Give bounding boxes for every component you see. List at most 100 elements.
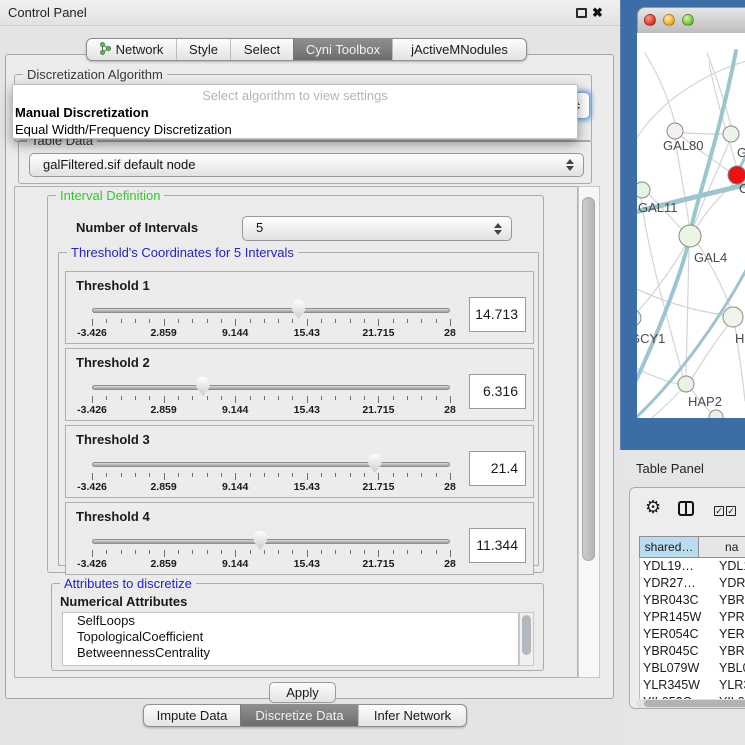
minor-tick [192,319,193,323]
table-row[interactable]: YLR345WYLR3 [640,677,745,694]
cell-name[interactable]: YLR3 [712,677,745,694]
table-row[interactable]: YBR043CYBR0 [640,592,745,609]
cell-shared-name[interactable]: YBR043C [640,592,712,609]
minor-tick [264,550,265,554]
table-row[interactable]: YBR045CYBR0 [640,643,745,660]
network-node-gal4[interactable] [679,225,701,247]
network-node-gcy1[interactable] [637,310,641,326]
cell-name[interactable]: YDR2 [712,575,745,592]
algorithm-hint-option[interactable]: Select algorithm to view settings [13,85,577,104]
slider-thumb[interactable] [367,454,382,473]
threshold-value-field[interactable]: 6.316 [469,374,526,409]
algorithm-option-manual-discretization[interactable]: Manual Discretization [13,104,577,121]
network-node-gal80[interactable] [667,123,683,139]
cell-shared-name[interactable]: YLR345W [640,677,712,694]
tab-cyni-toolbox[interactable]: Cyni Toolbox [293,39,392,60]
cell-name[interactable]: YPR1 [712,609,745,626]
slider-track[interactable] [92,308,450,313]
network-canvas[interactable]: GAL80GACGAL11GAL4GCY1HHAP2 [637,33,745,418]
slider-thumb[interactable] [253,531,268,550]
float-panel-icon[interactable] [576,8,587,18]
tab-infer-network[interactable]: Infer Network [358,705,466,726]
network-node-gal11[interactable] [637,182,650,198]
network-edge[interactable] [692,325,728,378]
table-row[interactable]: YBL079WYBL0 [640,660,745,677]
minor-tick [178,550,179,554]
major-tick [307,396,308,403]
cell-name[interactable]: YBR0 [712,592,745,609]
network-edge[interactable] [641,198,683,377]
table-horizontal-scrollbar[interactable] [636,699,745,708]
network-node-unlabeled[interactable] [709,410,723,418]
attribute-item-topologicalcoefficient[interactable]: TopologicalCoefficient [63,629,518,645]
table-row[interactable]: YDL19…YDL1 [640,558,745,575]
tab-discretize-data[interactable]: Discretize Data [240,705,358,726]
cell-shared-name[interactable]: YBL079W [640,660,712,677]
spinner-updown-icon [494,223,502,235]
tab-network[interactable]: Network [87,39,176,60]
cell-shared-name[interactable]: YDL19… [640,558,712,575]
cell-name[interactable]: YDL1 [712,558,745,575]
threshold-value-field[interactable]: 14.713 [469,297,526,332]
gear-icon[interactable]: ⚙ [645,496,661,518]
tick-label: 9.144 [207,481,263,493]
slider-track[interactable] [92,385,450,390]
interval-definition-title: Interval Definition [56,188,164,203]
slider-thumb[interactable] [195,377,210,396]
threshold-slider[interactable] [92,453,450,474]
network-node-ga[interactable] [723,126,739,142]
cell-shared-name[interactable]: YBR045C [640,643,712,660]
tab-select[interactable]: Select [230,39,293,60]
settings-vertical-scrollbar[interactable] [578,186,600,678]
columns-icon[interactable] [678,501,694,516]
network-edge[interactable] [645,53,675,123]
tab-style[interactable]: Style [176,39,230,60]
attribute-item-betweennesscentrality[interactable]: BetweennessCentrality [63,645,518,661]
minor-tick [436,473,437,477]
window-close-icon[interactable] [644,14,656,26]
threshold-value-field[interactable]: 11.344 [469,528,526,563]
network-edge[interactable] [637,285,724,315]
window-minimize-icon[interactable] [663,14,675,26]
tab-label: Style [189,42,218,57]
threshold-slider[interactable] [92,530,450,551]
minor-tick [350,550,351,554]
network-node-hap2[interactable] [678,376,694,392]
table-data-select[interactable]: galFiltered.sif default node [29,153,584,177]
minor-tick [264,473,265,477]
network-node-h[interactable] [723,307,743,327]
column-header-name[interactable]: na [699,536,745,558]
minor-tick [106,319,107,323]
close-icon[interactable]: ✖ [592,4,603,22]
threshold-slider[interactable] [92,299,450,320]
checkbox-icon[interactable]: ✓ [726,506,736,516]
tab-jactivemnodules[interactable]: jActiveMNodules [392,39,526,60]
cell-shared-name[interactable]: YPR145W [640,609,712,626]
major-tick [307,550,308,557]
cell-name[interactable]: YER0 [712,626,745,643]
minor-tick [421,396,422,400]
table-row[interactable]: YPR145WYPR1 [640,609,745,626]
table-row[interactable]: YDR27…YDR2 [640,575,745,592]
major-tick [378,396,379,403]
cell-shared-name[interactable]: YDR27… [640,575,712,592]
checkbox-icon[interactable]: ✓ [714,506,724,516]
window-zoom-icon[interactable] [682,14,694,26]
minor-tick [121,473,122,477]
cell-name[interactable]: YBL0 [712,660,745,677]
num-intervals-spinner[interactable]: 5 [242,216,512,241]
column-header-shared-name[interactable]: shared… [639,536,699,558]
slider-track[interactable] [92,462,450,467]
apply-button[interactable]: Apply [269,682,336,703]
table-row[interactable]: YER054CYER0 [640,626,745,643]
slider-track[interactable] [92,539,450,544]
threshold-slider[interactable] [92,376,450,397]
attributes-list-scrollbar[interactable] [519,612,534,666]
slider-thumb[interactable] [291,300,306,319]
algorithm-option-equal-width-frequency-discretization[interactable]: Equal Width/Frequency Discretization [13,121,577,138]
attribute-item-selfloops[interactable]: SelfLoops [63,613,518,629]
tab-impute-data[interactable]: Impute Data [144,705,240,726]
cell-shared-name[interactable]: YER054C [640,626,712,643]
cell-name[interactable]: YBR0 [712,643,745,660]
threshold-value-field[interactable]: 21.4 [469,451,526,486]
